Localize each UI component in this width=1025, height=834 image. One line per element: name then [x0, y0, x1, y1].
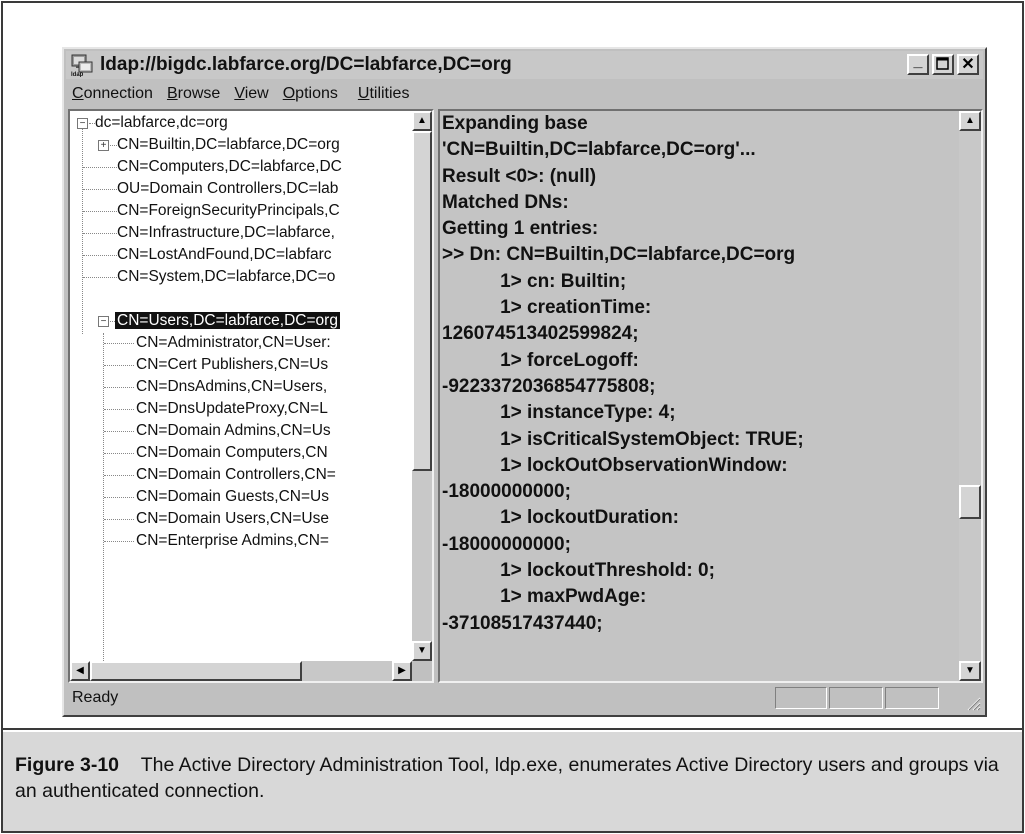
tree-expand-builtin[interactable]: +	[98, 140, 109, 151]
tree-item-partial	[136, 552, 140, 562]
output-scroll-thumb[interactable]	[959, 485, 981, 519]
resize-grip-icon[interactable]	[965, 695, 981, 711]
tree-scroll-right-button[interactable]: ▶	[392, 661, 412, 681]
output-vertical-scrollbar[interactable]: ▲ ▼	[959, 111, 981, 681]
tree-horizontal-scrollbar[interactable]: ◀ ▶	[70, 661, 412, 681]
output-line: Matched DNs:	[442, 191, 569, 213]
output-line: -18000000000;	[442, 533, 571, 555]
minimize-button[interactable]: _	[907, 53, 929, 75]
tree-item-enterprise-admins[interactable]: CN=Enterprise Admins,CN=	[136, 530, 329, 552]
tree-item-foreign-security-principals[interactable]: CN=ForeignSecurityPrincipals,C	[117, 200, 340, 222]
tree-item-domain-admins[interactable]: CN=Domain Admins,CN=Us	[136, 420, 331, 442]
tree-collapse-root[interactable]: −	[77, 118, 88, 129]
output-line: Expanding base	[442, 113, 588, 134]
figure-frame: ldap ldap://bigdc.labfarce.org/DC=labfar…	[1, 1, 1024, 833]
output-text: Expanding base 'CN=Builtin,DC=labfarce,DC…	[442, 111, 957, 637]
output-line: -37108517437440;	[442, 612, 603, 634]
title-bar[interactable]: ldap ldap://bigdc.labfarce.org/DC=labfar…	[66, 51, 983, 79]
menu-view[interactable]: View	[234, 85, 268, 103]
screenshot-area: ldap ldap://bigdc.labfarce.org/DC=labfar…	[3, 3, 1022, 730]
ldp-window: ldap ldap://bigdc.labfarce.org/DC=labfar…	[62, 47, 987, 717]
tree-scroll-left-button[interactable]: ◀	[70, 661, 90, 681]
tree-item-computers[interactable]: CN=Computers,DC=labfarce,DC	[117, 156, 342, 178]
tree-collapse-users[interactable]: −	[98, 316, 109, 327]
output-scroll-up-button[interactable]: ▲	[959, 111, 981, 131]
close-button[interactable]: ✕	[957, 54, 979, 75]
tree-item-domain-computers[interactable]: CN=Domain Computers,CN	[136, 442, 328, 464]
output-line: 126074513402599824;	[442, 323, 639, 345]
tree-view: − dc=labfarce,dc=org + CN=Builtin,DC=lab…	[70, 111, 412, 661]
tree-item-system[interactable]: CN=System,DC=labfarce,DC=o	[117, 266, 335, 288]
output-line: 1> lockOutObservationWindow:	[442, 454, 788, 476]
tree-item-builtin[interactable]: CN=Builtin,DC=labfarce,DC=org	[117, 134, 340, 156]
menu-bar: Connection Browse View Options Utilities	[66, 81, 983, 107]
output-line: 1> instanceType: 4;	[442, 402, 676, 424]
tree-pane[interactable]: − dc=labfarce,dc=org + CN=Builtin,DC=lab…	[68, 109, 434, 683]
output-line: >> Dn: CN=Builtin,DC=labfarce,DC=org	[442, 244, 796, 266]
ldap-app-icon: ldap	[70, 53, 94, 78]
tree-scroll-up-button[interactable]: ▲	[412, 111, 432, 131]
tree-item-domain-controllers-group[interactable]: CN=Domain Controllers,CN=	[136, 464, 336, 486]
tree-scroll-corner	[412, 661, 432, 681]
output-line: Result <0>: (null)	[442, 165, 597, 187]
status-panel-1	[775, 687, 827, 709]
close-icon: ✕	[961, 56, 975, 73]
maximize-button[interactable]	[932, 54, 954, 75]
status-panel-3	[885, 687, 939, 709]
svg-text:ldap: ldap	[71, 72, 84, 77]
figure-label: Figure 3-10	[15, 754, 120, 776]
tree-scroll-thumb[interactable]	[412, 131, 432, 471]
tree-vertical-scrollbar[interactable]: ▲ ▼	[412, 111, 432, 661]
status-text: Ready	[72, 689, 119, 706]
menu-options[interactable]: Options	[283, 85, 338, 103]
output-line: Getting 1 entries:	[442, 218, 599, 240]
tree-item-cert-publishers[interactable]: CN=Cert Publishers,CN=Us	[136, 354, 328, 376]
figure-caption-area: Figure 3-10 The Active Directory Adminis…	[3, 732, 1022, 831]
tree-item-domain-users[interactable]: CN=Domain Users,CN=Use	[136, 508, 329, 530]
output-line: -18000000000;	[442, 481, 571, 503]
menu-utilities[interactable]: Utilities	[358, 85, 410, 103]
status-bar: Ready	[66, 683, 983, 713]
output-line: 1> lockoutThreshold: 0;	[442, 560, 715, 582]
output-line: 1> creationTime:	[442, 297, 652, 319]
tree-item-lost-and-found[interactable]: CN=LostAndFound,DC=labfarc	[117, 244, 332, 266]
tree-item-infrastructure[interactable]: CN=Infrastructure,DC=labfarce,	[117, 222, 335, 244]
output-scroll-down-button[interactable]: ▼	[959, 661, 981, 681]
tree-item-dnsupdateproxy[interactable]: CN=DnsUpdateProxy,CN=L	[136, 398, 328, 420]
tree-item-users-selected[interactable]: CN=Users,DC=labfarce,DC=org	[115, 310, 340, 332]
tree-item-root[interactable]: dc=labfarce,dc=org	[95, 112, 228, 134]
tree-hscroll-thumb[interactable]	[90, 661, 302, 681]
menu-browse[interactable]: Browse	[167, 85, 220, 103]
figure-caption-text: The Active Directory Administration Tool…	[15, 754, 999, 802]
menu-connection[interactable]: Connection	[72, 85, 153, 103]
tree-item-domain-controllers[interactable]: OU=Domain Controllers,DC=lab	[117, 178, 338, 200]
output-line: 1> isCriticalSystemObject: TRUE;	[442, 428, 804, 450]
tree-item-domain-guests[interactable]: CN=Domain Guests,CN=Us	[136, 486, 329, 508]
figure-caption: Figure 3-10 The Active Directory Adminis…	[15, 752, 1006, 804]
tree-scroll-down-button[interactable]: ▼	[412, 641, 432, 661]
output-line: -9223372036854775808;	[442, 375, 656, 397]
tree-item-administrator[interactable]: CN=Administrator,CN=User:	[136, 332, 331, 354]
output-line: 1> lockoutDuration:	[442, 507, 679, 529]
tree-item-dnsadmins[interactable]: CN=DnsAdmins,CN=Users,	[136, 376, 327, 398]
output-line: 1> maxPwdAge:	[442, 586, 647, 608]
maximize-icon	[936, 57, 949, 70]
status-panel-2	[829, 687, 883, 709]
output-line: 1> forceLogoff:	[442, 349, 639, 371]
window-title: ldap://bigdc.labfarce.org/DC=labfarce,DC…	[100, 54, 512, 75]
output-line: 1> cn: Builtin;	[442, 270, 627, 292]
output-pane[interactable]: Expanding base 'CN=Builtin,DC=labfarce,DC…	[438, 109, 983, 683]
output-line: 'CN=Builtin,DC=labfarce,DC=org'...	[442, 139, 756, 161]
